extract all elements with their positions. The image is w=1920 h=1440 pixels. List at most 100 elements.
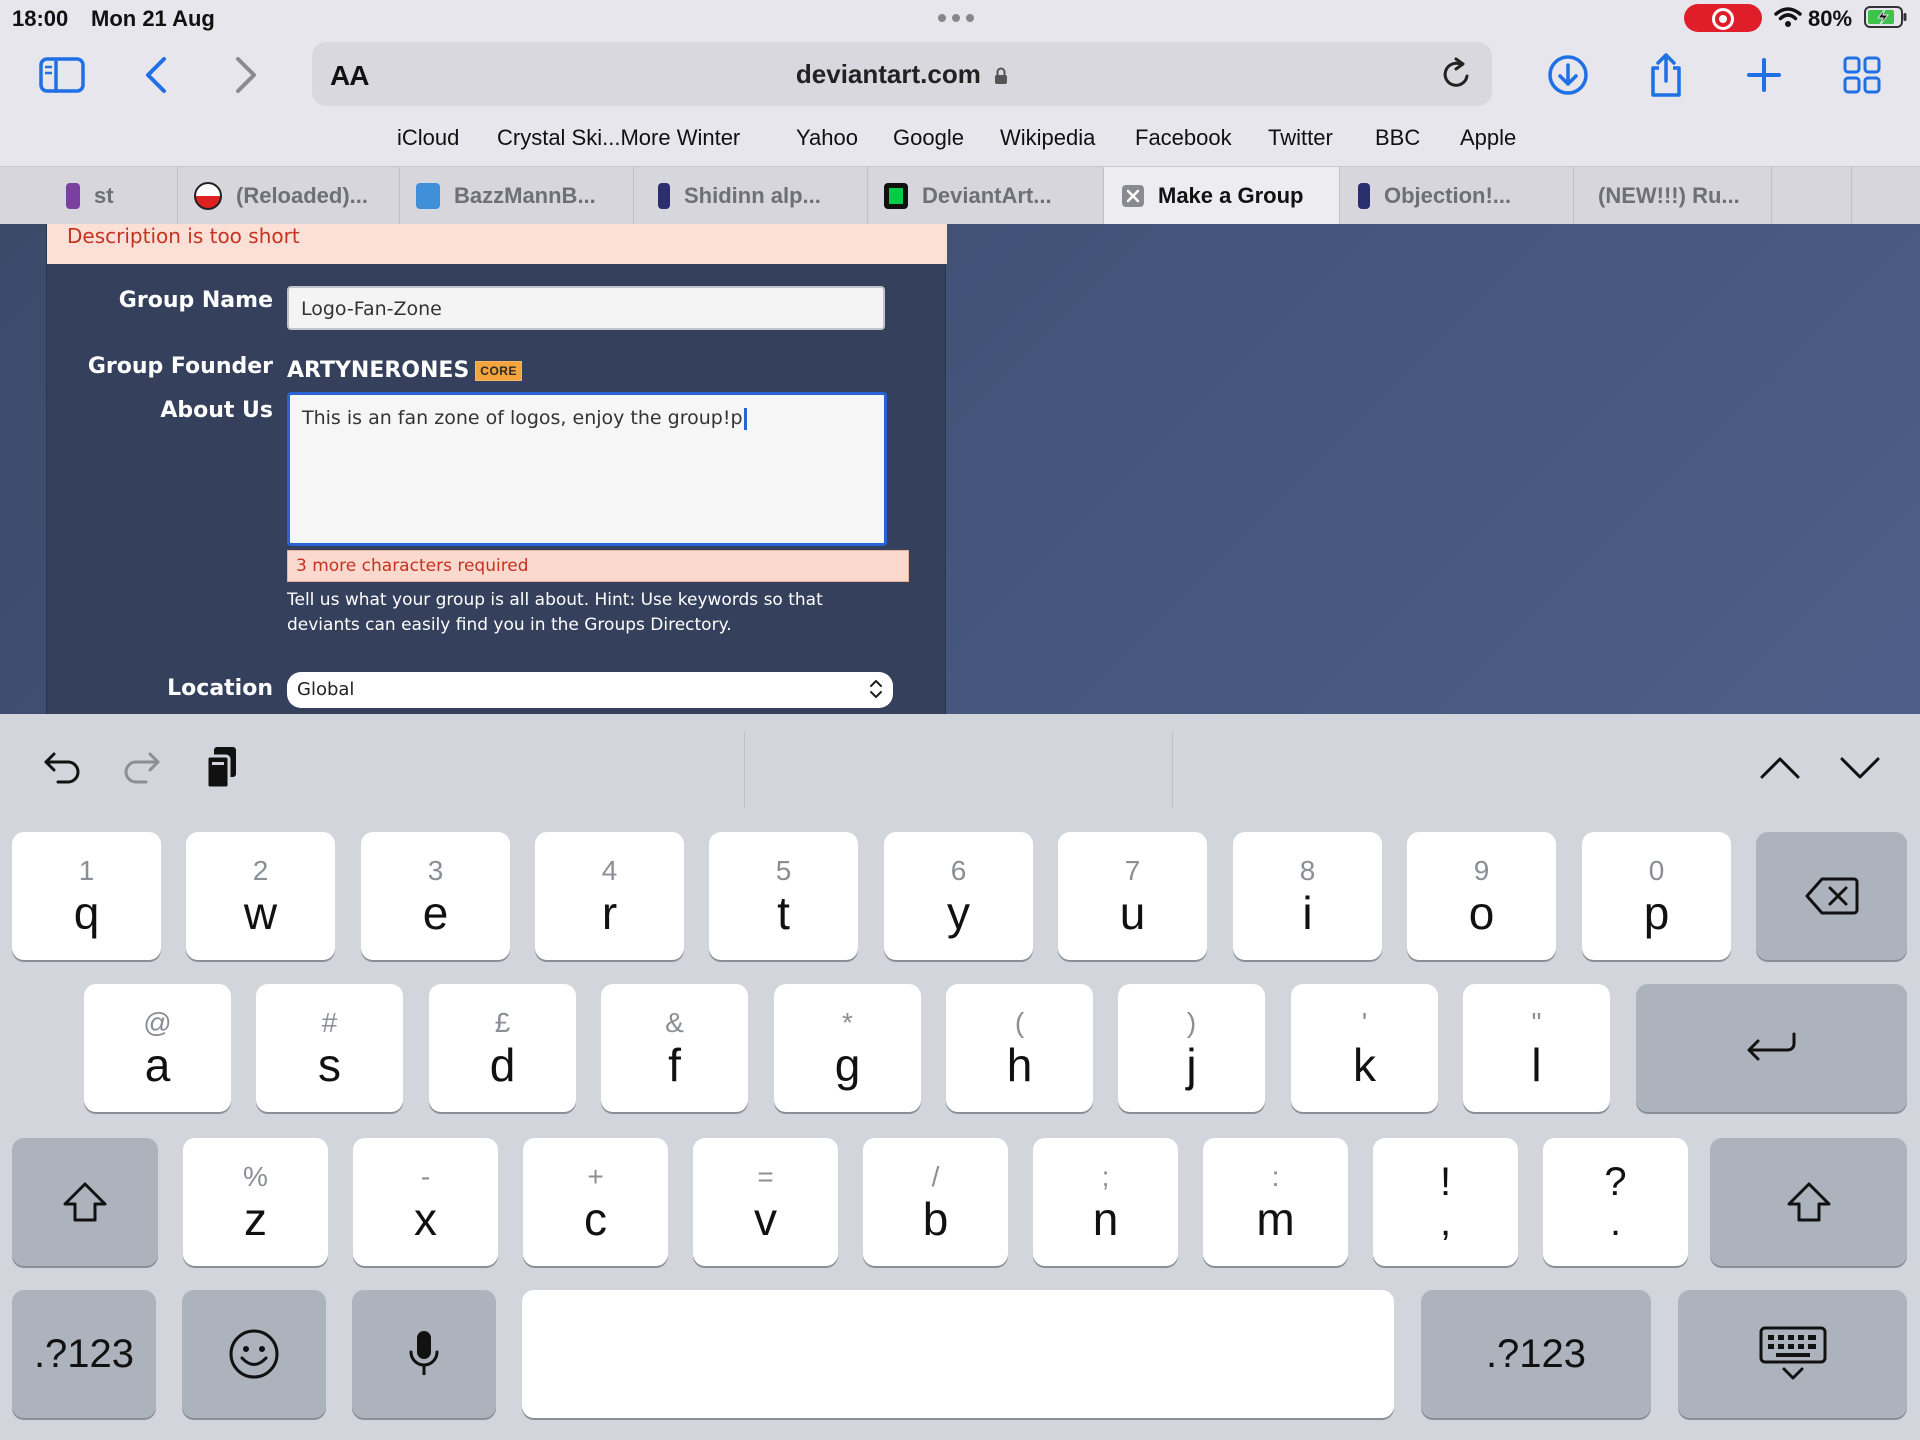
key-u[interactable]: 7u xyxy=(1058,832,1207,960)
key-e[interactable]: 3e xyxy=(361,832,510,960)
key-v[interactable]: = v xyxy=(693,1138,838,1266)
delete-key[interactable] xyxy=(1756,832,1907,960)
key-alt-label: ) xyxy=(1186,1007,1197,1038)
key-b[interactable]: / b xyxy=(863,1138,1008,1266)
key-alt-label: 1 xyxy=(78,855,95,886)
tab-objection[interactable]: Objection!... xyxy=(1340,167,1574,225)
tab-bar: st (Reloaded)... BazzMannB... Shidinn al… xyxy=(0,166,1920,225)
favorite-yahoo[interactable]: Yahoo xyxy=(796,125,858,151)
key-x[interactable]: -x xyxy=(353,1138,498,1266)
address-bar[interactable]: AA deviantart.com xyxy=(312,42,1492,106)
redo-icon[interactable] xyxy=(114,740,170,796)
sidebar-toggle-icon[interactable] xyxy=(36,52,88,98)
key-q[interactable]: 1q xyxy=(12,832,161,960)
favorite-bbc[interactable]: BBC xyxy=(1375,125,1420,151)
tab-empty[interactable] xyxy=(1772,167,1852,225)
key-label: .?123 xyxy=(1485,1331,1587,1376)
undo-icon[interactable] xyxy=(34,740,90,796)
tab-label: (NEW!!!) Ru... xyxy=(1598,183,1740,208)
key-label: v xyxy=(754,1193,777,1245)
key-label: g xyxy=(834,1039,861,1091)
key-z[interactable]: % z xyxy=(183,1138,328,1266)
tab-st[interactable]: st xyxy=(30,167,178,225)
favorite-crystal-ski[interactable]: Crystal Ski...More Winter xyxy=(497,125,740,151)
dictation-key[interactable] xyxy=(352,1290,496,1418)
numbers-key-right[interactable]: .?123 xyxy=(1421,1290,1651,1418)
key-i[interactable]: 8i xyxy=(1233,832,1382,960)
tab-label: (Reloaded)... xyxy=(236,183,369,208)
paste-icon[interactable] xyxy=(194,740,250,796)
hide-keyboard-key[interactable] xyxy=(1678,1290,1907,1418)
characters-required-message: 3 more characters required xyxy=(287,550,909,582)
key-y[interactable]: 6y xyxy=(884,832,1033,960)
numbers-key-left[interactable]: .?123 xyxy=(12,1290,156,1418)
key-o[interactable]: 9o xyxy=(1407,832,1556,960)
key-label: m xyxy=(1256,1193,1295,1245)
key-alt-label: 5 xyxy=(775,855,792,886)
key-period[interactable]: ?. xyxy=(1543,1138,1688,1266)
key-alt-label: " xyxy=(1531,1007,1542,1038)
previous-field-icon[interactable] xyxy=(1752,740,1808,796)
share-icon[interactable] xyxy=(1640,52,1692,98)
shift-key-left[interactable] xyxy=(12,1138,158,1266)
key-label: s xyxy=(318,1039,341,1091)
return-key[interactable] xyxy=(1636,984,1907,1112)
key-j[interactable]: ) j xyxy=(1118,984,1265,1112)
favorite-apple[interactable]: Apple xyxy=(1460,125,1516,151)
tab-favicon-icon xyxy=(194,182,222,210)
group-name-input[interactable]: Logo-Fan-Zone xyxy=(287,286,885,330)
multitasking-dots-icon[interactable] xyxy=(938,14,974,22)
shift-icon xyxy=(1787,1182,1830,1222)
screen-recording-icon[interactable] xyxy=(1684,4,1762,32)
back-icon[interactable] xyxy=(130,52,182,98)
about-us-textarea[interactable]: This is an fan zone of logos, enjoy the … xyxy=(287,392,887,546)
favorite-google[interactable]: Google xyxy=(893,125,964,151)
shift-key-right[interactable] xyxy=(1710,1138,1907,1266)
key-k[interactable]: ' k xyxy=(1291,984,1438,1112)
key-h[interactable]: (h xyxy=(946,984,1093,1112)
key-f[interactable]: & f xyxy=(601,984,748,1112)
tab-deviantart[interactable]: DeviantArt... xyxy=(868,167,1104,225)
key-g[interactable]: * g xyxy=(774,984,921,1112)
founder-username[interactable]: ARTYNERONES xyxy=(287,358,469,383)
tab-bazzmann[interactable]: BazzMannB... xyxy=(400,167,634,225)
new-tab-icon[interactable] xyxy=(1738,52,1790,98)
key-c[interactable]: + c xyxy=(523,1138,668,1266)
key-n[interactable]: ; n xyxy=(1033,1138,1178,1266)
key-r[interactable]: 4r xyxy=(535,832,684,960)
key-a[interactable]: @ a xyxy=(84,984,231,1112)
key-l[interactable]: " l xyxy=(1463,984,1610,1112)
key-alt-label: 8 xyxy=(1299,855,1316,886)
location-select[interactable]: Global xyxy=(287,672,893,708)
favorite-twitter[interactable]: Twitter xyxy=(1268,125,1333,151)
emoji-key[interactable] xyxy=(182,1290,326,1418)
key-p[interactable]: 0p xyxy=(1582,832,1731,960)
tab-overview-icon[interactable] xyxy=(1836,52,1888,98)
downloads-icon[interactable] xyxy=(1542,52,1594,98)
key-label: .?123 xyxy=(33,1331,135,1376)
key-w[interactable]: 2w xyxy=(186,832,335,960)
close-tab-icon[interactable] xyxy=(1122,185,1144,207)
space-bar[interactable] xyxy=(522,1290,1394,1418)
key-label: q xyxy=(73,887,100,939)
key-t[interactable]: 5t xyxy=(709,832,858,960)
favorite-wikipedia[interactable]: Wikipedia xyxy=(1000,125,1095,151)
tab-make-a-group[interactable]: Make a Group xyxy=(1104,167,1340,225)
tab-new-ru[interactable]: (NEW!!!) Ru... xyxy=(1574,167,1772,225)
favorite-facebook[interactable]: Facebook xyxy=(1135,125,1232,151)
key-comma[interactable]: !, xyxy=(1373,1138,1518,1266)
key-s[interactable]: # s xyxy=(256,984,403,1112)
reload-icon[interactable] xyxy=(1440,56,1474,92)
next-field-icon[interactable] xyxy=(1832,740,1888,796)
key-m[interactable]: :m xyxy=(1203,1138,1348,1266)
key-alt-label: ? xyxy=(1604,1160,1627,1204)
tab-shidinn[interactable]: Shidinn alp... xyxy=(634,167,868,225)
browser-chrome: 18:00 Mon 21 Aug 80% AA deviantart.com i… xyxy=(0,0,1920,225)
forward-icon[interactable] xyxy=(220,52,272,98)
group-founder-label: Group Founder xyxy=(87,354,273,379)
tab-reloaded[interactable]: (Reloaded)... xyxy=(178,167,400,225)
key-d[interactable]: £ d xyxy=(429,984,576,1112)
favorite-icloud[interactable]: iCloud xyxy=(397,125,459,151)
text-cursor xyxy=(743,407,747,430)
battery-percentage: 80% xyxy=(1808,6,1853,31)
